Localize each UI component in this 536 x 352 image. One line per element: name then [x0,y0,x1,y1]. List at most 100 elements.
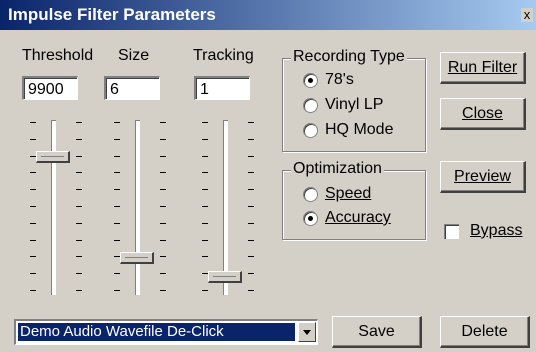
tracking-ticks-right [248,118,256,294]
threshold-thumb[interactable] [36,150,70,163]
slider-tick [76,155,82,157]
radio-78s-label: 78's [325,71,354,88]
slider-tick [248,138,254,140]
slider-tick [248,172,254,174]
slider-tick [76,189,82,191]
slider-tick [30,256,36,258]
size-slider[interactable] [108,118,168,298]
slider-tick [202,172,208,174]
radio-selected-dot [308,216,313,221]
slider-tick [76,172,82,174]
slider-tick [114,122,120,123]
slider-tick [248,222,254,224]
slider-tick [202,155,208,157]
slider-tick [76,239,82,241]
delete-label: Delete [461,323,508,340]
slider-tick [248,155,254,157]
slider-tick [30,239,36,241]
preview-label: Preview [454,168,511,185]
delete-button[interactable]: Delete [440,316,530,348]
slider-tick [160,222,166,224]
size-track [135,120,140,295]
window-title: Impulse Filter Parameters [8,5,216,24]
slider-tick [76,122,82,123]
slider-tick [248,239,254,241]
slider-tick [114,239,120,241]
slider-tick [30,138,36,140]
tracking-ticks-left [202,118,210,294]
optimization-group: Optimization Speed Accuracy [282,160,426,240]
slider-tick [160,239,166,241]
slider-tick [76,290,82,291]
slider-tick [76,256,82,258]
slider-tick [248,206,254,207]
chevron-down-icon[interactable] [298,322,316,342]
slider-tick [30,222,36,224]
slider-tick [202,256,208,258]
slider-tick [30,122,36,123]
size-thumb[interactable] [120,252,154,265]
slider-tick [202,290,208,291]
slider-tick [202,206,208,207]
save-label: Save [358,323,395,340]
save-button[interactable]: Save [332,316,422,348]
slider-tick [30,172,36,174]
slider-tick [30,189,36,191]
slider-tick [160,189,166,191]
slider-tick [160,122,166,123]
radio-speed-label: Speed [325,185,372,202]
slider-tick [160,155,166,157]
size-ticks-right [160,118,168,294]
slider-tick [114,172,120,174]
slider-tick [202,222,208,224]
tracking-slider[interactable] [196,118,256,298]
threshold-slider[interactable] [24,118,84,298]
preset-dropdown[interactable]: Demo Audio Wavefile De-Click [14,319,318,345]
close-button-label: Close [462,105,503,122]
radio-accuracy-circle[interactable] [303,211,318,226]
bypass-checkbox[interactable] [444,224,459,239]
close-icon[interactable]: x [521,8,533,22]
radio-vinyl-lp-label: Vinyl LP [325,96,384,113]
run-filter-button[interactable]: Run Filter [440,52,526,84]
close-button[interactable]: Close [440,98,526,130]
tracking-track [223,120,228,295]
radio-selected-dot [308,78,313,83]
size-ticks-left [114,118,122,294]
slider-tick [114,189,120,191]
slider-tick [202,122,208,123]
tracking-label: Tracking [193,47,254,64]
radio-hq-mode-circle[interactable] [303,123,318,138]
radio-speed-circle[interactable] [303,187,318,202]
slider-tick [160,138,166,140]
tracking-field[interactable]: 1 [194,76,250,100]
threshold-ticks-left [30,118,38,294]
slider-tick [160,206,166,207]
radio-78s-circle[interactable] [303,73,318,88]
slider-tick [76,222,82,224]
slider-tick [248,256,254,258]
slider-tick [160,290,166,291]
size-label: Size [118,47,150,64]
slider-tick [30,206,36,207]
slider-tick [114,138,120,140]
recording-type-group: Recording Type 78's Vinyl LP HQ Mode [282,48,426,152]
slider-tick [202,189,208,191]
slider-tick [160,256,166,258]
slider-tick [202,138,208,140]
title-bar[interactable]: Impulse Filter Parameters x [0,0,536,30]
preview-button[interactable]: Preview [440,161,526,193]
slider-tick [248,122,254,123]
tracking-thumb[interactable] [208,270,242,283]
slider-tick [76,138,82,140]
threshold-field[interactable]: 9900 [22,76,78,100]
bypass-label[interactable]: Bypass [470,222,522,240]
radio-vinyl-lp-circle[interactable] [303,98,318,113]
slider-tick [76,273,82,275]
size-field[interactable]: 6 [104,76,160,100]
impulse-filter-dialog: Impulse Filter Parameters x Threshold Si… [0,0,536,352]
threshold-ticks-right [76,118,84,294]
slider-tick [248,273,254,275]
slider-tick [248,189,254,191]
slider-tick [248,290,254,291]
